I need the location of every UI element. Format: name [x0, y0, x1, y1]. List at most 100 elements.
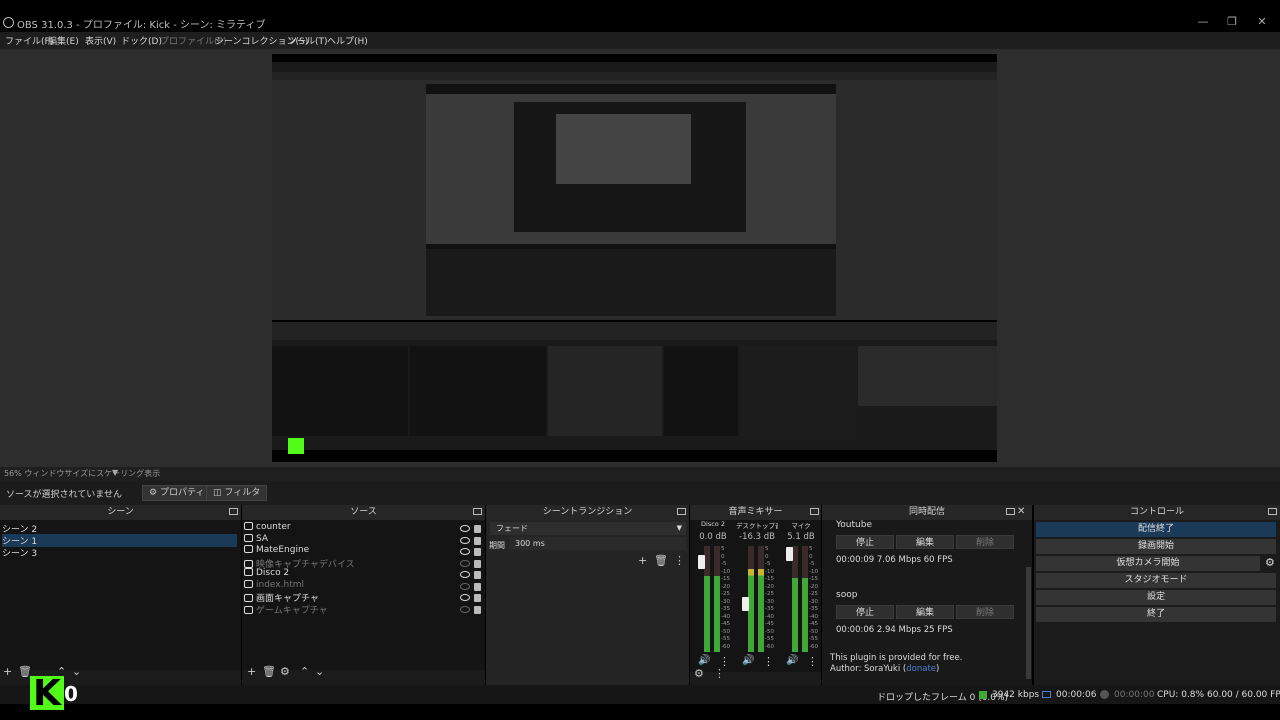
eye-hidden-icon[interactable] [460, 605, 470, 613]
filters-button[interactable]: ◫ フィルタ [206, 485, 268, 501]
eye-icon[interactable] [460, 571, 470, 578]
lock-icon[interactable] [474, 605, 481, 614]
filter-icon: ◫ [213, 488, 225, 498]
channel-menu-icon[interactable]: ⋮ [807, 655, 818, 668]
controls-popout-icon[interactable] [1268, 508, 1277, 515]
transitions-popout-icon[interactable] [677, 508, 686, 515]
source-item[interactable]: SA [244, 533, 482, 544]
channel-db: 0.0 dB [699, 532, 727, 542]
move-up-icon[interactable]: ⌃ [300, 665, 309, 678]
meter-tick-label: -35 [809, 606, 818, 612]
lock-icon[interactable] [474, 594, 481, 602]
lock-icon[interactable] [474, 571, 481, 579]
transition-menu-icon[interactable]: ⋮ [674, 554, 685, 567]
source-item[interactable]: index.html [244, 579, 482, 590]
volume-fader[interactable] [786, 547, 793, 561]
volume-fader[interactable] [742, 597, 749, 611]
speaker-icon[interactable]: 🔊 [698, 655, 710, 666]
minimize-icon[interactable]: — [1194, 14, 1212, 30]
source-item[interactable]: Disco 2 [244, 568, 482, 578]
move-down-icon[interactable]: ⌄ [315, 665, 324, 678]
multistream-dock: 同時配信 ✕ Youtube 停止 編集 削除 00:00:09 7.06 Mb… [822, 505, 1032, 685]
meter-tick-label: -60 [765, 643, 774, 650]
virtual-camera-settings-icon[interactable]: ⚙ [1265, 556, 1275, 569]
meter-tick-label: -60 [721, 643, 730, 650]
multistream-popout-icon[interactable] [1006, 508, 1015, 515]
delete-button[interactable]: 削除 [956, 535, 1014, 549]
add-source-icon[interactable]: + [247, 665, 256, 678]
studio-mode-button[interactable]: スタジオモード [1036, 573, 1276, 588]
volume-fader[interactable] [698, 555, 705, 569]
meter-tick-label: -30 [721, 598, 730, 605]
menu-edit[interactable]: 編集(E) [48, 34, 79, 47]
meter-tick-label: -40 [721, 613, 730, 620]
maximize-icon[interactable]: ❐ [1223, 14, 1241, 30]
source-item[interactable]: ゲームキャプチャ [244, 603, 482, 616]
stop-streaming-button[interactable]: 配信終了 [1036, 522, 1276, 537]
stop-button[interactable]: 停止 [836, 605, 894, 619]
eye-icon[interactable] [460, 536, 470, 544]
scenes-popout-icon[interactable] [229, 508, 238, 515]
meter-tick-label: -15 [765, 576, 774, 582]
transition-select[interactable]: フェード ▼ [490, 522, 686, 535]
channel-menu-icon[interactable]: ⋮ [763, 655, 774, 668]
multistream-scrollbar[interactable] [1026, 567, 1031, 679]
eye-icon[interactable] [460, 548, 470, 555]
channel-name: マイク [791, 522, 811, 530]
meter-tick-label: -35 [721, 606, 730, 612]
menu-dock[interactable]: ドック(D) [121, 34, 162, 47]
eye-icon[interactable] [460, 525, 470, 532]
add-scene-icon[interactable]: + [3, 665, 12, 678]
chevron-down-icon: ▼ [676, 524, 682, 532]
edit-button[interactable]: 編集 [896, 605, 954, 619]
transitions-title: シーントランジション [486, 505, 689, 520]
lock-icon[interactable] [474, 536, 481, 545]
multistream-close-icon[interactable]: ✕ [1017, 506, 1025, 517]
source-item[interactable]: MateEngine [244, 545, 482, 555]
meter-tick-label: -25 [765, 591, 774, 597]
source-item[interactable]: counter [244, 522, 482, 532]
window-icon [244, 533, 253, 542]
duration-field[interactable]: 300 ms [510, 537, 686, 550]
sources-popout-icon[interactable] [473, 508, 482, 515]
mixer-popout-icon[interactable] [810, 508, 819, 515]
program-preview[interactable] [272, 54, 997, 462]
exit-button[interactable]: 終了 [1036, 607, 1276, 622]
speaker-icon[interactable]: 🔊 [742, 655, 754, 666]
mixer-menu-icon[interactable]: ⋮ [714, 667, 725, 680]
scale-bar: 56% ウィンドウサイズにスケーリング表示 ▼ [0, 467, 1280, 481]
settings-button[interactable]: 設定 [1036, 590, 1276, 605]
lock-icon[interactable] [474, 548, 481, 556]
menu-help[interactable]: ヘルプ(H) [327, 34, 368, 47]
donate-link[interactable]: donate [906, 664, 936, 674]
stop-button[interactable]: 停止 [836, 535, 894, 549]
eye-hidden-icon[interactable] [460, 559, 470, 567]
menu-file[interactable]: ファイル(F) [5, 34, 53, 47]
start-virtual-camera-button[interactable]: 仮想カメラ開始 [1036, 556, 1260, 571]
speaker-icon[interactable]: 🔊 [786, 655, 798, 666]
remove-source-icon[interactable]: 🗑 [262, 665, 276, 678]
edit-button[interactable]: 編集 [896, 535, 954, 549]
add-transition-icon[interactable]: + [638, 554, 647, 567]
taskbar-gap [0, 704, 1280, 720]
close-icon[interactable]: ✕ [1253, 14, 1271, 30]
menu-view[interactable]: 表示(V) [85, 34, 116, 47]
lock-icon[interactable] [474, 525, 481, 533]
remove-transition-icon[interactable]: 🗑 [654, 554, 668, 567]
meter-tick-label: -5 [809, 561, 815, 567]
lock-icon[interactable] [474, 582, 481, 591]
mixer-settings-icon[interactable]: ⚙ [694, 667, 704, 680]
move-down-icon[interactable]: ⌄ [72, 665, 81, 678]
properties-button[interactable]: ⚙ プロパティ [142, 485, 212, 501]
menu-tools[interactable]: ツール(T) [288, 34, 328, 47]
delete-button[interactable]: 削除 [956, 605, 1014, 619]
scale-dropdown-icon[interactable]: ▼ [112, 468, 118, 477]
meter-tick-label: 0 [809, 553, 813, 560]
lock-icon[interactable] [474, 559, 481, 568]
duration-label: 期間 [489, 541, 505, 550]
start-recording-button[interactable]: 録画開始 [1036, 539, 1276, 554]
source-settings-icon[interactable]: ⚙ [280, 665, 290, 678]
scene-item[interactable]: シーン 3 [2, 546, 237, 559]
eye-icon[interactable] [460, 594, 470, 601]
eye-hidden-icon[interactable] [460, 582, 470, 590]
